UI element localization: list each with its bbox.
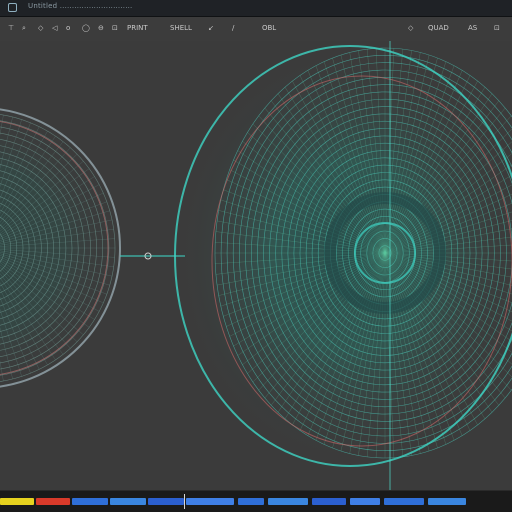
toolbar-item-8[interactable]: ⊡ <box>112 24 118 32</box>
toolbar-item-arrow[interactable]: ↙ <box>208 24 214 32</box>
left-mesh-object[interactable] <box>0 108 121 388</box>
toolbar-item-6[interactable]: ◯ <box>82 24 90 32</box>
toolbar-item-1[interactable]: ⊤ <box>8 24 14 32</box>
status-bar <box>0 490 512 512</box>
status-segment <box>350 498 380 505</box>
toolbar-item-as[interactable]: AS <box>468 24 477 32</box>
status-segment <box>268 498 308 505</box>
status-segment <box>0 498 34 505</box>
toolbar-item-slash[interactable]: / <box>232 24 234 32</box>
toolbar-item-4[interactable]: ◁ <box>52 24 57 32</box>
status-segment <box>384 498 424 505</box>
toolbar-item-7[interactable]: ⊖ <box>98 24 104 32</box>
toolbar-item-5[interactable]: o <box>66 24 70 32</box>
window-title: Untitled .............................. <box>28 2 133 10</box>
timeline-cursor[interactable] <box>184 494 185 509</box>
toolbar-item-3[interactable]: ◇ <box>38 24 43 32</box>
3d-viewport[interactable] <box>0 41 512 490</box>
app-logo-icon[interactable] <box>8 3 17 12</box>
toolbar-item-print[interactable]: PRINT <box>127 24 148 32</box>
toolbar-item-2[interactable]: ⌕ <box>22 24 26 33</box>
status-segment <box>186 498 234 505</box>
toolbar: ⊤ ⌕ ◇ ◁ o ◯ ⊖ ⊡ PRINT SHELL ↙ / OBL ◇ QU… <box>0 17 512 41</box>
toolbar-item-shell[interactable]: SHELL <box>170 24 192 32</box>
toolbar-item-quad[interactable]: QUAD <box>428 24 449 32</box>
status-segment <box>312 498 346 505</box>
status-segment <box>428 498 466 505</box>
title-bar: Untitled .............................. <box>0 0 512 17</box>
toolbar-item-right-4[interactable]: ⊡ <box>494 24 500 32</box>
status-segment <box>36 498 70 505</box>
status-segment <box>110 498 146 505</box>
toolbar-item-right-1[interactable]: ◇ <box>408 24 413 32</box>
status-segment <box>148 498 184 505</box>
right-mesh-object[interactable] <box>174 45 512 467</box>
status-segment <box>238 498 264 505</box>
status-segment <box>72 498 108 505</box>
mesh-editor-window: Untitled .............................. … <box>0 0 512 512</box>
toolbar-item-obl[interactable]: OBL <box>262 24 276 32</box>
viewport-canvas[interactable] <box>0 41 512 490</box>
